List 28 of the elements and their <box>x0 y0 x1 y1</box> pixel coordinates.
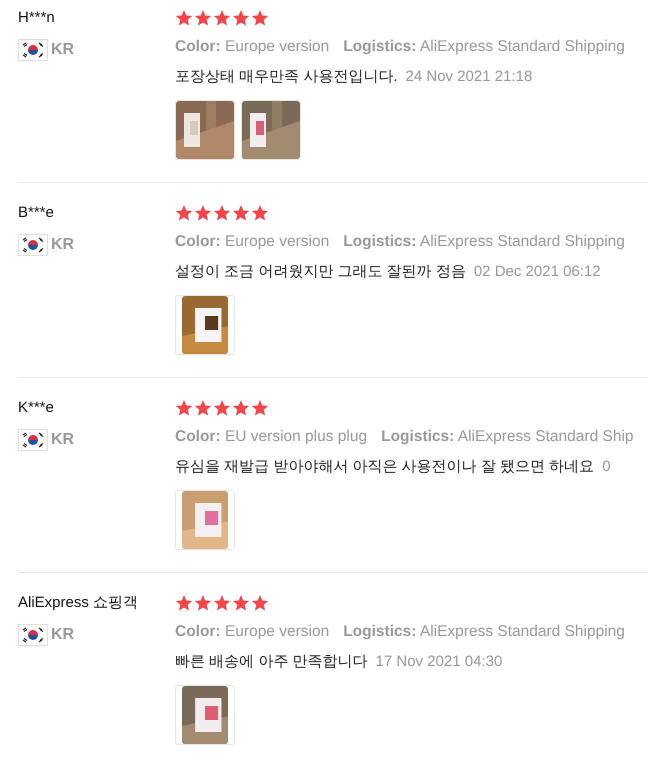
review-text: 포장상태 매우만족 사용전입니다. <box>175 67 398 87</box>
country-code: KR <box>51 431 74 449</box>
product-attribute: Logistics: AliExpress Standard Shipping <box>343 37 625 57</box>
review-date: 02 Dec 2021 06:12 <box>474 262 601 282</box>
country-code: KR <box>51 41 74 59</box>
flag-icon <box>18 429 48 451</box>
reviewer-name: K***e <box>18 398 55 418</box>
reviewer-name: H***n <box>18 8 56 28</box>
review-text: 빠른 배송에 아주 만족합니다 <box>175 652 368 672</box>
review-date: 0 <box>602 457 611 477</box>
flag-icon <box>18 39 48 61</box>
product-attribute: Color: Europe version <box>175 232 330 252</box>
review-date: 17 Nov 2021 04:30 <box>376 652 502 672</box>
product-attribute: Logistics: AliExpress Standard Shipping <box>343 232 625 252</box>
product-attribute: Color: EU version plus plug <box>175 427 368 447</box>
review-date: 24 Nov 2021 21:18 <box>406 67 532 87</box>
country-code: KR <box>51 626 74 644</box>
product-attribute: Logistics: AliExpress Standard Shipping <box>343 622 625 642</box>
review-text: 유심을 재발급 받아야해서 아직은 사용전이나 잘 됐으면 하네요 <box>175 457 594 477</box>
product-attribute: Color: Europe version <box>175 622 330 642</box>
reviewer-name: B***e <box>18 203 55 223</box>
product-attribute: Logistics: AliExpress Standard Ship <box>381 427 634 447</box>
country-code: KR <box>51 236 74 254</box>
product-attribute: Color: Europe version <box>175 37 330 57</box>
flag-icon <box>18 624 48 646</box>
flag-icon <box>18 234 48 256</box>
review-text: 설정이 조금 어려웠지만 그래도 잘된까 정음 <box>175 262 466 282</box>
reviewer-name: AliExpress 쇼핑객 <box>18 593 140 613</box>
